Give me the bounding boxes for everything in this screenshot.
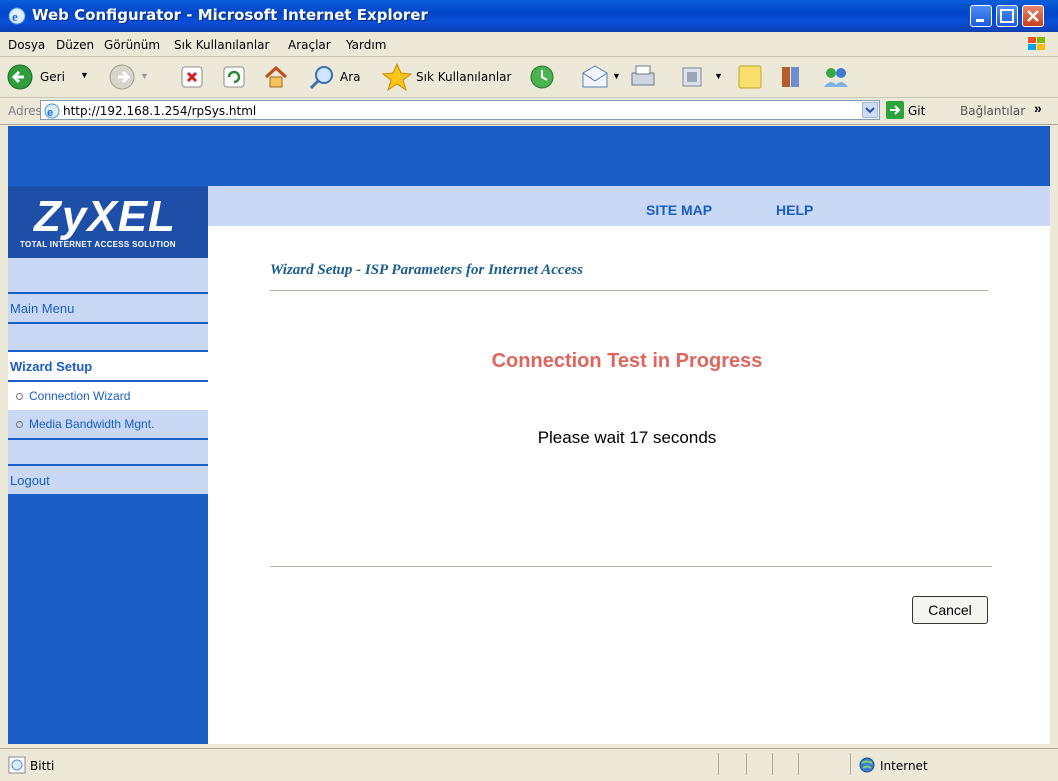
mail-dropdown-icon[interactable]: ▼	[612, 71, 621, 81]
sidebar-spacer	[8, 324, 208, 350]
address-label: Adres	[8, 104, 42, 118]
forward-arrow-icon[interactable]	[108, 63, 136, 91]
menu-help[interactable]: Yardım	[346, 38, 386, 52]
go-label[interactable]: Git	[908, 104, 925, 118]
back-label: Geri	[40, 70, 65, 84]
svg-text:e: e	[47, 107, 53, 119]
discuss-icon[interactable]	[736, 63, 764, 91]
edit-icon[interactable]	[680, 65, 704, 89]
print-icon[interactable]	[628, 63, 658, 91]
favorites-label[interactable]: Sık Kullanılanlar	[416, 70, 511, 84]
logo: ZyXEL TOTAL INTERNET ACCESS SOLUTION	[8, 186, 208, 258]
go-arrow-icon	[890, 105, 901, 115]
go-button[interactable]	[886, 101, 904, 119]
back-arrow-icon	[7, 64, 33, 90]
status-separator	[746, 753, 747, 775]
address-input[interactable]: e http://192.168.1.254/rpSys.html	[40, 100, 880, 120]
sidebar-item-connection-wizard[interactable]: Connection Wizard	[8, 382, 208, 410]
nav-band	[208, 186, 1050, 226]
address-bar: Adres e http://192.168.1.254/rpSys.html …	[0, 98, 1058, 125]
content-area	[208, 226, 1050, 744]
main-menu-label: Main Menu	[10, 301, 75, 316]
cancel-button[interactable]: Cancel	[912, 596, 988, 624]
security-zone-text: Internet	[880, 759, 928, 773]
edit-dropdown-icon[interactable]: ▼	[714, 71, 723, 81]
research-icon[interactable]	[778, 63, 806, 91]
status-text: Bitti	[30, 759, 55, 773]
links-label[interactable]: Bağlantılar	[960, 104, 1025, 118]
bullet-icon	[16, 393, 23, 401]
address-url: http://192.168.1.254/rpSys.html	[63, 104, 257, 118]
close-button[interactable]	[1022, 5, 1044, 27]
stop-icon[interactable]	[180, 65, 204, 89]
menu-favorites[interactable]: Sık Kullanılanlar	[174, 38, 269, 52]
forward-dropdown-icon[interactable]: ▼	[140, 71, 149, 81]
sidebar-spacer	[8, 258, 208, 292]
connection-wizard-text: Connection Wizard	[29, 389, 131, 403]
sidebar-item-main-menu[interactable]: Main Menu	[8, 294, 208, 322]
maximize-button[interactable]	[996, 5, 1018, 27]
search-label[interactable]: Ara	[340, 70, 361, 84]
menu-edit[interactable]: Düzen	[56, 38, 94, 52]
address-dropdown-button[interactable]	[862, 102, 878, 118]
chevron-down-icon	[865, 107, 875, 114]
minimize-icon	[976, 19, 984, 22]
help-link[interactable]: HELP	[776, 202, 813, 218]
page-ie-icon: e	[44, 103, 60, 119]
home-icon[interactable]	[262, 63, 290, 91]
sidebar-item-logout[interactable]: Logout	[8, 466, 208, 494]
title-bar: e Web Configurator - Microsoft Internet …	[0, 0, 1058, 32]
status-bar: Bitti Internet	[0, 748, 1058, 781]
minimize-button[interactable]	[970, 5, 992, 27]
ie-icon: e	[8, 7, 26, 25]
refresh-icon[interactable]	[222, 65, 246, 89]
title-divider	[270, 290, 988, 291]
links-chevron-icon[interactable]: »	[1034, 100, 1042, 116]
page-title: Wizard Setup - ISP Parameters for Intern…	[270, 262, 583, 278]
menu-bar: Dosya Düzen Görünüm Sık Kullanılanlar Ar…	[0, 32, 1058, 57]
search-icon[interactable]	[308, 63, 336, 91]
status-separator	[798, 753, 799, 775]
menu-file[interactable]: Dosya	[8, 38, 45, 52]
site-map-link[interactable]: SITE MAP	[646, 202, 712, 218]
internet-globe-icon	[859, 757, 875, 773]
status-separator	[850, 753, 851, 775]
wait-message: Please wait 17 seconds	[537, 428, 717, 447]
menu-view[interactable]: Görünüm	[104, 38, 160, 52]
web-page: ZyXEL TOTAL INTERNET ACCESS SOLUTION SIT…	[8, 126, 1050, 744]
menu-tools[interactable]: Araçlar	[288, 38, 331, 52]
close-icon	[1027, 10, 1039, 22]
status-separator	[772, 753, 773, 775]
back-button[interactable]: Geri ▼	[6, 63, 96, 91]
favorites-star-icon[interactable]	[382, 62, 412, 92]
mail-icon[interactable]	[580, 63, 610, 91]
svg-text:e: e	[12, 9, 18, 24]
window-title: Web Configurator - Microsoft Internet Ex…	[32, 6, 428, 24]
connection-wizard-label: Connection Wizard	[16, 389, 130, 403]
footer-divider	[270, 566, 992, 567]
toolbar: Geri ▼ ▼ Ara Sık Kullanılanlar ▼ ▼	[0, 57, 1058, 98]
logout-label: Logout	[10, 473, 50, 488]
page-done-icon	[8, 756, 26, 774]
windows-logo-icon	[1028, 37, 1045, 50]
messenger-icon[interactable]	[820, 63, 852, 91]
history-icon[interactable]	[528, 63, 556, 91]
maximize-icon	[1000, 9, 1014, 23]
back-dropdown-icon[interactable]: ▼	[80, 70, 89, 80]
status-separator	[718, 753, 719, 775]
logo-text: ZyXEL	[34, 192, 176, 241]
logo-tagline: TOTAL INTERNET ACCESS SOLUTION	[20, 240, 176, 249]
status-heading: Connection Test in Progress	[491, 350, 763, 372]
